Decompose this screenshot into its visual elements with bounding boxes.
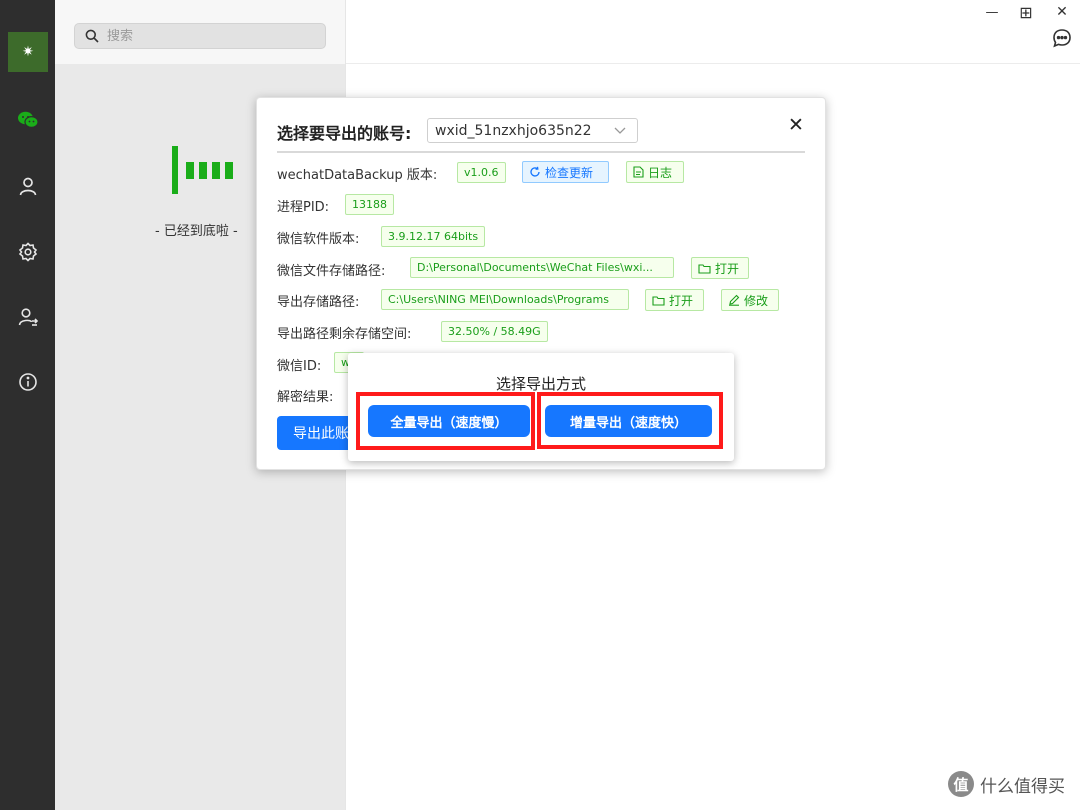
refresh-icon [530, 166, 540, 177]
space-tag: 32.50% / 58.49G [441, 321, 548, 342]
wechat-version-tag: 3.9.12.17 64bits [381, 226, 486, 247]
space-label: 导出路径剩余存储空间: [277, 327, 412, 342]
open-export-path-button[interactable]: 打开 [645, 289, 704, 311]
check-update-button[interactable]: 检查更新 [522, 161, 609, 183]
wechat-icon[interactable] [14, 106, 42, 134]
list-end-text: - 已经到底啦 - [155, 224, 238, 239]
user-icon[interactable] [14, 172, 42, 200]
open-file-path-button[interactable]: 打开 [691, 257, 749, 279]
user-switch-icon[interactable] [14, 303, 42, 331]
minimize-button[interactable]: — [980, 2, 1004, 22]
maximize-button[interactable]: ⊞ [1014, 2, 1038, 22]
incremental-export-button[interactable]: 增量导出（速度快） [545, 405, 712, 437]
search-input[interactable] [105, 27, 309, 45]
dialog-title: 选择要导出的账号: [277, 124, 412, 143]
file-icon [633, 166, 644, 178]
minimize-icon: — [985, 4, 999, 20]
wechat-version-label: 微信软件版本: [277, 232, 360, 247]
search-icon [85, 29, 99, 43]
gear-icon[interactable] [14, 238, 42, 266]
close-icon: ✕ [788, 114, 804, 136]
close-icon: ✕ [1056, 4, 1068, 20]
sidebar: ✷ [0, 0, 55, 810]
search-bar [55, 0, 345, 64]
pid-tag: 13188 [345, 194, 394, 215]
file-path-label: 微信文件存储路径: [277, 264, 386, 279]
file-path-tag: D:\Personal\Documents\WeChat Files\wxi..… [410, 257, 674, 278]
watermark-text: 什么值得买 [980, 776, 1065, 797]
info-icon[interactable] [14, 368, 42, 396]
search-box[interactable] [74, 23, 326, 49]
modify-export-path-button[interactable]: 修改 [721, 289, 779, 311]
account-select-value: wxid_51nzxhjo635n22 [435, 122, 592, 139]
edit-icon [729, 294, 740, 306]
log-button[interactable]: 日志 [626, 161, 684, 183]
dialog-close-button[interactable]: ✕ [785, 114, 807, 136]
export-mode-popover: 选择导出方式 全量导出（速度慢） 增量导出（速度快） [348, 353, 734, 461]
folder-icon [652, 295, 665, 306]
account-select[interactable]: wxid_51nzxhjo635n22 [427, 118, 638, 143]
version-tag: v1.0.6 [457, 162, 506, 183]
export-path-tag: C:\Users\NING MEI\Downloads\Programs [381, 289, 629, 310]
folder-icon [698, 263, 711, 274]
watermark-logo: 值 [948, 771, 974, 797]
wechat-id-label: 微信ID: [277, 359, 322, 374]
version-label: wechatDataBackup 版本: [277, 168, 438, 183]
popover-title: 选择导出方式 [495, 375, 586, 393]
loading-indicator [172, 146, 233, 194]
export-path-label: 导出存储路径: [277, 295, 360, 310]
decrypt-label: 解密结果: [277, 390, 334, 405]
pid-label: 进程PID: [277, 200, 330, 215]
maximize-icon: ⊞ [1019, 2, 1033, 22]
full-export-button[interactable]: 全量导出（速度慢） [368, 405, 530, 437]
chevron-down-icon [614, 127, 626, 134]
app-logo[interactable]: ✷ [8, 32, 48, 72]
window-close-button[interactable]: ✕ [1050, 2, 1074, 22]
watermark: 值 什么值得买 [948, 771, 1065, 797]
chat-bubble-icon[interactable] [1052, 28, 1074, 50]
